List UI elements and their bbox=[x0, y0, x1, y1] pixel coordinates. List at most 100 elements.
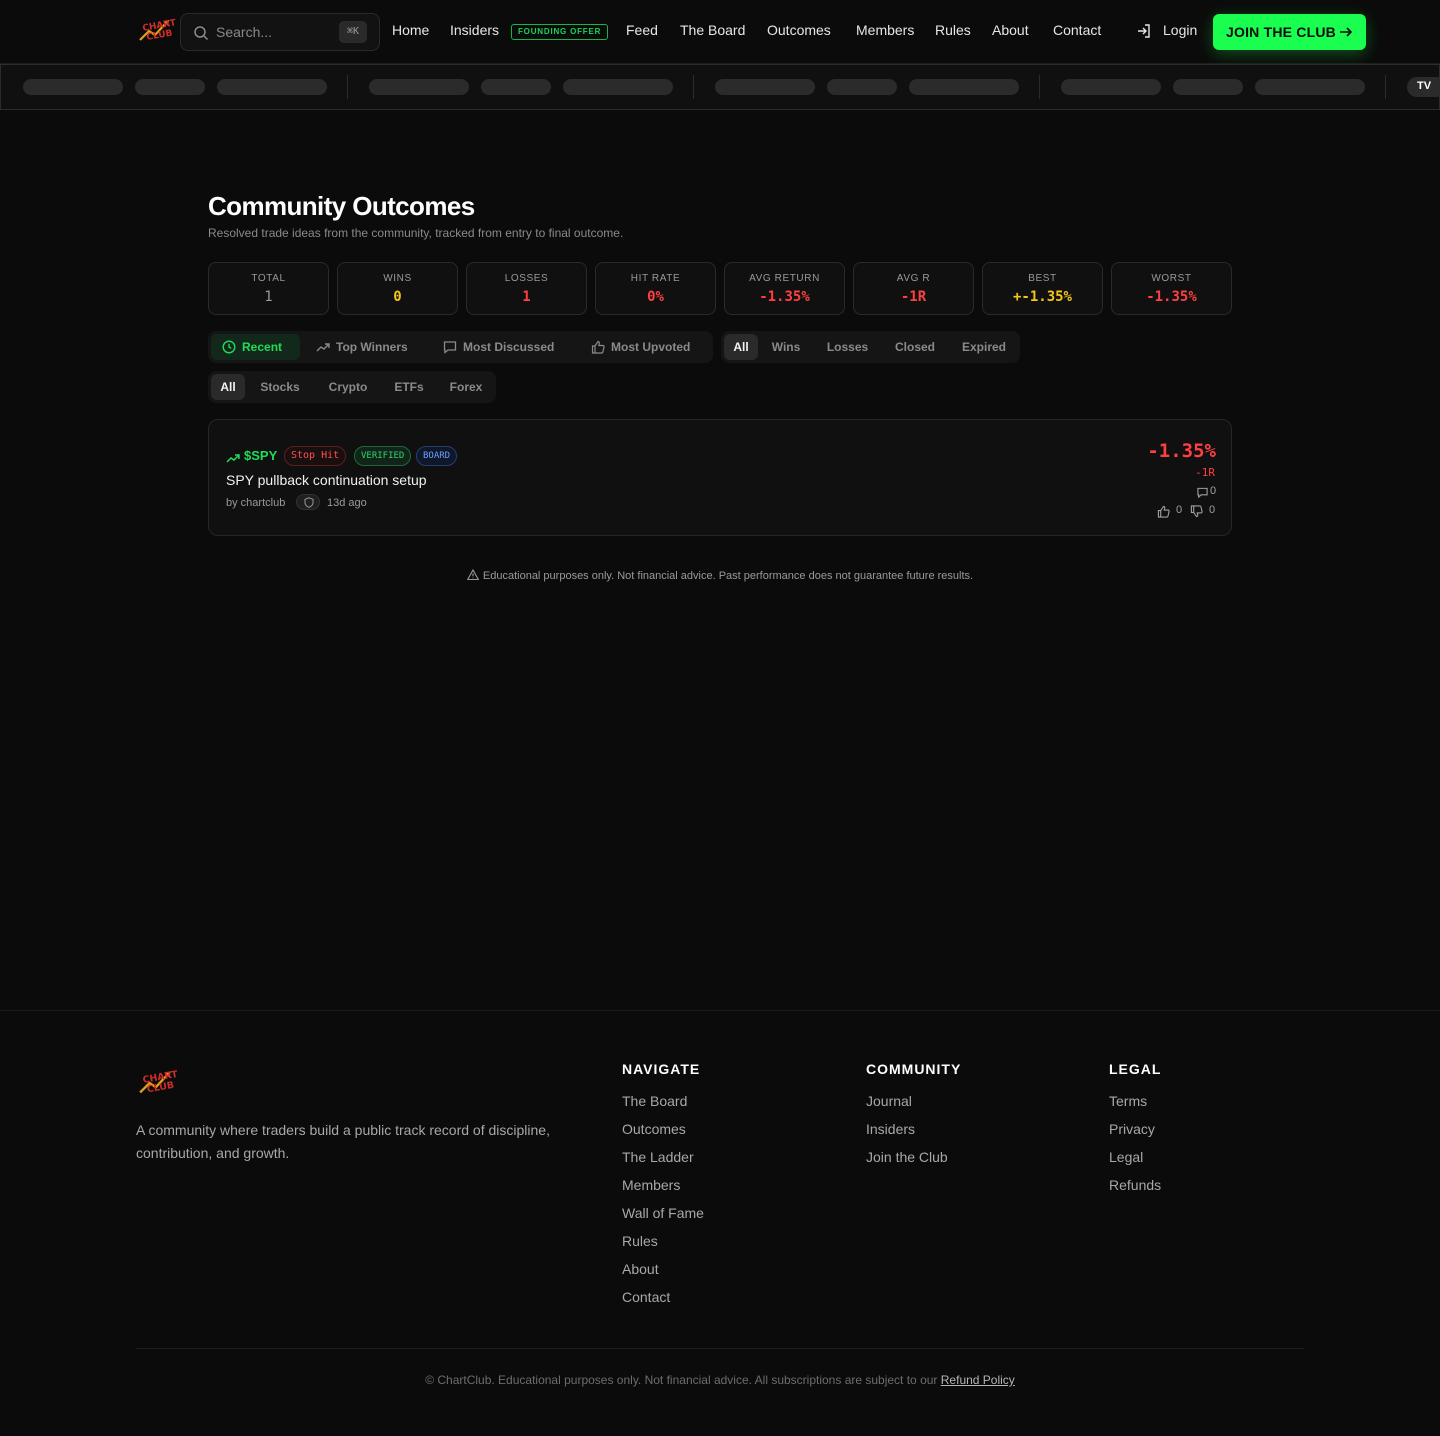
footer-link-refunds[interactable]: Refunds bbox=[1109, 1177, 1161, 1193]
stat-value: -1R bbox=[900, 289, 927, 305]
footer-link-terms[interactable]: Terms bbox=[1109, 1093, 1147, 1109]
footer-link-outcomes[interactable]: Outcomes bbox=[622, 1121, 686, 1137]
chartclub-logo[interactable]: CHART CLUB bbox=[137, 16, 179, 46]
tradingview-badge[interactable]: TV bbox=[1407, 77, 1439, 97]
tab-asset-forex[interactable]: Forex bbox=[439, 374, 493, 400]
ticker-divider bbox=[347, 75, 348, 99]
login-icon[interactable] bbox=[1136, 23, 1152, 39]
thumbs-up-icon bbox=[591, 340, 605, 354]
footer-link-wall-of-fame[interactable]: Wall of Fame bbox=[622, 1205, 704, 1221]
stat-label: WINS bbox=[383, 273, 412, 284]
footer-divider bbox=[136, 1348, 1304, 1349]
verified-badge: VERIFIED bbox=[354, 446, 412, 466]
comment-icon[interactable] bbox=[1197, 487, 1208, 498]
search-box[interactable]: Search... ⌘K bbox=[180, 13, 380, 51]
page-title: Community Outcomes bbox=[208, 191, 475, 221]
tab-asset-etfs[interactable]: ETFs bbox=[387, 374, 431, 400]
stat-value: 1 bbox=[522, 289, 531, 305]
top-header: CHART CLUB Search... ⌘K Home Insiders FO… bbox=[0, 0, 1440, 64]
stat-avg-return: AVG RETURN -1.35% bbox=[724, 262, 845, 315]
footer-link-about[interactable]: About bbox=[622, 1261, 659, 1277]
outcome-card[interactable]: $SPY Stop Hit VERIFIED BOARD SPY pullbac… bbox=[208, 419, 1232, 536]
nav-feed[interactable]: Feed bbox=[626, 22, 658, 38]
footer-heading-community: COMMUNITY bbox=[866, 1061, 962, 1077]
stat-label: WORST bbox=[1151, 273, 1192, 284]
footer-link-journal[interactable]: Journal bbox=[866, 1093, 912, 1109]
footer-link-insiders[interactable]: Insiders bbox=[866, 1121, 915, 1137]
footer-link-the-ladder[interactable]: The Ladder bbox=[622, 1149, 694, 1165]
tab-most-upvoted[interactable]: Most Upvoted bbox=[578, 334, 708, 360]
tab-most-discussed[interactable]: Most Discussed bbox=[430, 334, 570, 360]
nav-insiders[interactable]: Insiders bbox=[450, 22, 499, 38]
footer-link-contact[interactable]: Contact bbox=[622, 1289, 670, 1305]
copyright: © ChartClub. Educational purposes only. … bbox=[0, 1373, 1440, 1387]
stat-best: BEST +-1.35% bbox=[982, 262, 1103, 315]
tab-asset-all[interactable]: All bbox=[211, 374, 245, 400]
arrow-right-icon bbox=[1340, 27, 1353, 37]
stat-label: LOSSES bbox=[504, 273, 549, 284]
stat-label: TOTAL bbox=[251, 273, 286, 284]
stat-value: +-1.35% bbox=[1012, 289, 1072, 305]
stat-label: BEST bbox=[1028, 273, 1057, 284]
ticker-skeleton bbox=[715, 79, 815, 95]
footer-link-legal[interactable]: Legal bbox=[1109, 1149, 1143, 1165]
ticker-symbol[interactable]: $SPY bbox=[244, 448, 277, 463]
footer-heading-legal: LEGAL bbox=[1109, 1061, 1162, 1077]
tab-status-all[interactable]: All bbox=[724, 334, 758, 360]
stat-total: TOTAL 1 bbox=[208, 262, 329, 315]
tab-asset-stocks[interactable]: Stocks bbox=[251, 374, 309, 400]
founding-offer-badge: FOUNDING OFFER bbox=[511, 24, 609, 40]
ticker-skeleton bbox=[369, 79, 469, 95]
tab-status-expired[interactable]: Expired bbox=[952, 334, 1016, 360]
return-value: -1.35% bbox=[1147, 440, 1216, 462]
outcome-title[interactable]: SPY pullback continuation setup bbox=[226, 472, 427, 488]
footer-link-privacy[interactable]: Privacy bbox=[1109, 1121, 1155, 1137]
footer-link-rules[interactable]: Rules bbox=[622, 1233, 658, 1249]
nav-rules[interactable]: Rules bbox=[935, 22, 971, 38]
stat-avg-r: AVG R -1R bbox=[853, 262, 974, 315]
stat-label: AVG RETURN bbox=[749, 273, 820, 284]
nav-about[interactable]: About bbox=[992, 22, 1029, 38]
footer-link-join-the-club[interactable]: Join the Club bbox=[866, 1149, 948, 1165]
tab-label: Top Winners bbox=[336, 340, 408, 354]
refund-policy-link[interactable]: Refund Policy bbox=[941, 1373, 1015, 1387]
ticker-skeleton bbox=[217, 79, 327, 95]
downvote-count: 0 bbox=[1209, 504, 1216, 516]
footer-heading-navigate: NAVIGATE bbox=[622, 1061, 701, 1077]
stat-value: 1 bbox=[264, 289, 273, 305]
stat-wins: WINS 0 bbox=[337, 262, 458, 315]
stat-label: AVG R bbox=[896, 273, 931, 284]
ticker-tape: TV bbox=[0, 64, 1440, 110]
stat-value: -1.35% bbox=[1146, 289, 1197, 305]
tab-status-losses[interactable]: Losses bbox=[816, 334, 879, 360]
nav-contact[interactable]: Contact bbox=[1053, 22, 1101, 38]
nav-outcomes[interactable]: Outcomes bbox=[767, 22, 831, 38]
tab-recent[interactable]: Recent bbox=[211, 334, 300, 360]
login-link[interactable]: Login bbox=[1163, 22, 1197, 38]
ticker-skeleton bbox=[1061, 79, 1161, 95]
nav-the-board[interactable]: The Board bbox=[680, 22, 745, 38]
footer-link-members[interactable]: Members bbox=[622, 1177, 680, 1193]
thumbs-up-icon[interactable] bbox=[1157, 505, 1170, 518]
footer-link-the-board[interactable]: The Board bbox=[622, 1093, 687, 1109]
search-input[interactable]: Search... bbox=[216, 24, 272, 40]
thumbs-down-icon[interactable] bbox=[1190, 505, 1203, 518]
footer: CHART CLUB A community where traders bui… bbox=[0, 1010, 1440, 1436]
ticker-divider bbox=[1385, 75, 1386, 99]
tab-status-closed[interactable]: Closed bbox=[884, 334, 946, 360]
tab-top-winners[interactable]: Top Winners bbox=[304, 334, 424, 360]
tab-asset-crypto[interactable]: Crypto bbox=[318, 374, 378, 400]
author-link[interactable]: by chartclub bbox=[226, 497, 285, 509]
timestamp: 13d ago bbox=[327, 497, 367, 509]
tab-status-wins[interactable]: Wins bbox=[762, 334, 810, 360]
upvote-count: 0 bbox=[1176, 504, 1183, 516]
ticker-divider bbox=[693, 75, 694, 99]
nav-members[interactable]: Members bbox=[856, 22, 914, 38]
stat-label: HIT RATE bbox=[630, 273, 681, 284]
nav-home[interactable]: Home bbox=[392, 22, 429, 38]
stat-value: 0% bbox=[647, 289, 664, 305]
join-the-club-button[interactable]: JOIN THE CLUB bbox=[1213, 14, 1366, 50]
disclaimer: Educational purposes only. Not financial… bbox=[0, 568, 1440, 582]
chartclub-logo[interactable]: CHART CLUB bbox=[137, 1067, 181, 1099]
tab-label: Recent bbox=[242, 340, 283, 354]
